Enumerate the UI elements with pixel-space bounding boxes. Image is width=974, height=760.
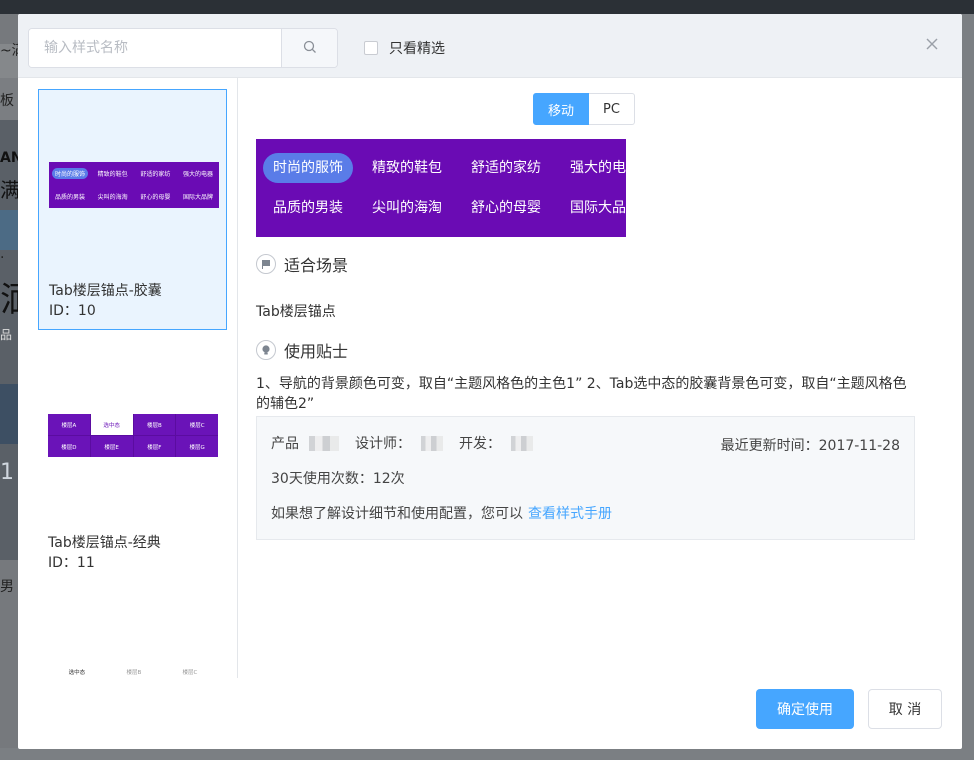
redacted-name	[309, 436, 339, 451]
backdrop-text: 品	[0, 326, 12, 343]
thumb-cell: 楼层G	[176, 436, 218, 457]
device-tab-pc[interactable]: PC	[589, 93, 635, 125]
product-label: 产品	[271, 433, 299, 453]
featured-only-checkbox[interactable]: 只看精选	[364, 38, 445, 58]
preview-tab: 精致的鞋包	[362, 153, 452, 183]
backdrop-text: 1	[0, 460, 14, 485]
device-toggle: 移动 PC	[533, 93, 635, 125]
backdrop-text: 男	[0, 576, 14, 596]
preview-tab: 强大的电器	[560, 153, 650, 183]
credits-row: 产品 设计师： 开发：	[271, 433, 533, 453]
preview-tab: 时尚的服饰	[263, 153, 353, 183]
preview-tab: 舒适的家纺	[461, 153, 551, 183]
cancel-button[interactable]: 取 消	[868, 689, 942, 729]
style-manual-link[interactable]: 查看样式手册	[528, 503, 612, 523]
preview-tab: 国际大品牌	[560, 193, 650, 223]
thumb-cell: 楼层F	[134, 436, 176, 457]
developer-label: 开发：	[459, 433, 501, 453]
style-thumbnail: 楼层A 选中态 楼层B 楼层C 楼层D 楼层E 楼层F 楼层G	[48, 414, 218, 457]
backdrop-left-edge: ~滿 板 AN 满 · 湎 品 1 男	[0, 14, 18, 760]
style-card-title: Tab楼层锚点-胶囊	[49, 280, 162, 300]
thumb-tab: 尖叫的海淘	[95, 191, 131, 202]
search-input[interactable]	[29, 29, 281, 67]
thumb-cell: 选中态	[91, 414, 133, 435]
backdrop-topbar	[0, 0, 974, 14]
preview-tab: 尖叫的海淘	[362, 193, 452, 223]
thumb-tab: 品质的男装	[52, 191, 88, 202]
scene-title: 适合场景	[284, 252, 348, 276]
style-list: 时尚的服饰 精致的鞋包 舒适的家纺 强大的电器 品质的男装 尖叫的海淘 舒心的母…	[18, 78, 238, 678]
thumb-cell: 楼层E	[91, 436, 133, 457]
confirm-button[interactable]: 确定使用	[756, 689, 854, 729]
thumb-tab: 精致的鞋包	[95, 168, 131, 179]
tips-section-header: 使用贴士	[256, 338, 348, 362]
redacted-name	[421, 436, 443, 451]
search-button[interactable]	[281, 29, 337, 67]
redacted-name	[511, 436, 533, 451]
thumb-cell: 楼层D	[48, 436, 90, 457]
backdrop-bottom-edge	[0, 748, 974, 760]
backdrop-right-edge	[962, 14, 974, 760]
thumb-cell: 选中态	[69, 668, 86, 676]
style-detail: 移动 PC 时尚的服饰 精致的鞋包 舒适的家纺 强大的电器 品质的男装 尖叫的海…	[239, 78, 962, 678]
thumb-tab: 强大的电器	[180, 168, 216, 179]
preview-tab: 舒心的母婴	[461, 193, 551, 223]
scene-text: Tab楼层锚点	[256, 302, 336, 322]
thumb-cell: 楼层B	[134, 414, 176, 435]
checkbox-box[interactable]	[364, 41, 378, 55]
style-card-id: ID：11	[48, 552, 95, 572]
thumb-cell: 楼层B	[126, 668, 141, 676]
thumb-tab: 时尚的服饰	[52, 168, 88, 179]
usage-text: 30天使用次数：12次	[271, 468, 405, 488]
search-box	[28, 28, 338, 68]
usage-count: 30天使用次数：12次	[271, 468, 405, 488]
device-tab-mobile[interactable]: 移动	[533, 93, 589, 125]
designer-label: 设计师：	[355, 433, 411, 453]
thumb-cell: 楼层A	[48, 414, 90, 435]
dialog-header: 只看精选	[18, 14, 962, 78]
style-preview: 时尚的服饰 精致的鞋包 舒适的家纺 强大的电器 品质的男装 尖叫的海淘 舒心的母…	[256, 139, 626, 237]
manual-prefix: 如果想了解设计细节和使用配置，您可以	[271, 503, 523, 523]
tips-text: 1、导航的背景颜色可变，取自“主题风格色的主色1” 2、Tab选中态的胶囊背景色…	[256, 374, 916, 414]
style-info-panel: 产品 设计师： 开发： 最近更新时间：2017-11-28 30天使用次数：12…	[256, 416, 915, 540]
bulb-icon	[256, 340, 276, 360]
manual-row: 如果想了解设计细节和使用配置，您可以 查看样式手册	[271, 503, 612, 523]
close-icon	[922, 39, 942, 58]
backdrop-text: 满	[0, 174, 20, 203]
thumb-tab: 舒心的母婴	[137, 191, 173, 202]
style-card-title: Tab楼层锚点-经典	[48, 532, 161, 552]
search-icon	[303, 39, 317, 58]
thumb-cell: 楼层C	[183, 668, 198, 676]
close-button[interactable]	[922, 34, 942, 54]
style-card[interactable]: 时尚的服饰 精致的鞋包 舒适的家纺 强大的电器 品质的男装 尖叫的海淘 舒心的母…	[38, 89, 227, 330]
thumb-tab: 国际大品牌	[180, 191, 216, 202]
style-picker-dialog: 只看精选 时尚的服饰 精致的鞋包 舒适的家纺 强大的电器 品质的男装 尖叫的海淘…	[18, 14, 962, 749]
tips-title: 使用贴士	[284, 338, 348, 362]
backdrop-text: 板	[0, 90, 14, 110]
updated-time: 最近更新时间：2017-11-28	[721, 435, 900, 455]
style-thumbnail: 时尚的服饰 精致的鞋包 舒适的家纺 强大的电器 品质的男装 尖叫的海淘 舒心的母…	[49, 162, 219, 208]
style-thumbnail[interactable]: 选中态 楼层B 楼层C	[48, 664, 218, 680]
thumb-tab: 舒适的家纺	[137, 168, 173, 179]
style-card[interactable]: 楼层A 选中态 楼层B 楼层C 楼层D 楼层E 楼层F 楼层G Tab楼层锚点-…	[38, 340, 227, 580]
preview-tab: 品质的男装	[263, 193, 353, 223]
thumb-cell: 楼层C	[176, 414, 218, 435]
scene-section-header: 适合场景	[256, 252, 348, 276]
featured-only-label: 只看精选	[389, 38, 445, 58]
backdrop-text: ·	[0, 250, 4, 266]
style-card-id: ID：10	[49, 300, 96, 320]
flag-icon	[256, 254, 276, 274]
